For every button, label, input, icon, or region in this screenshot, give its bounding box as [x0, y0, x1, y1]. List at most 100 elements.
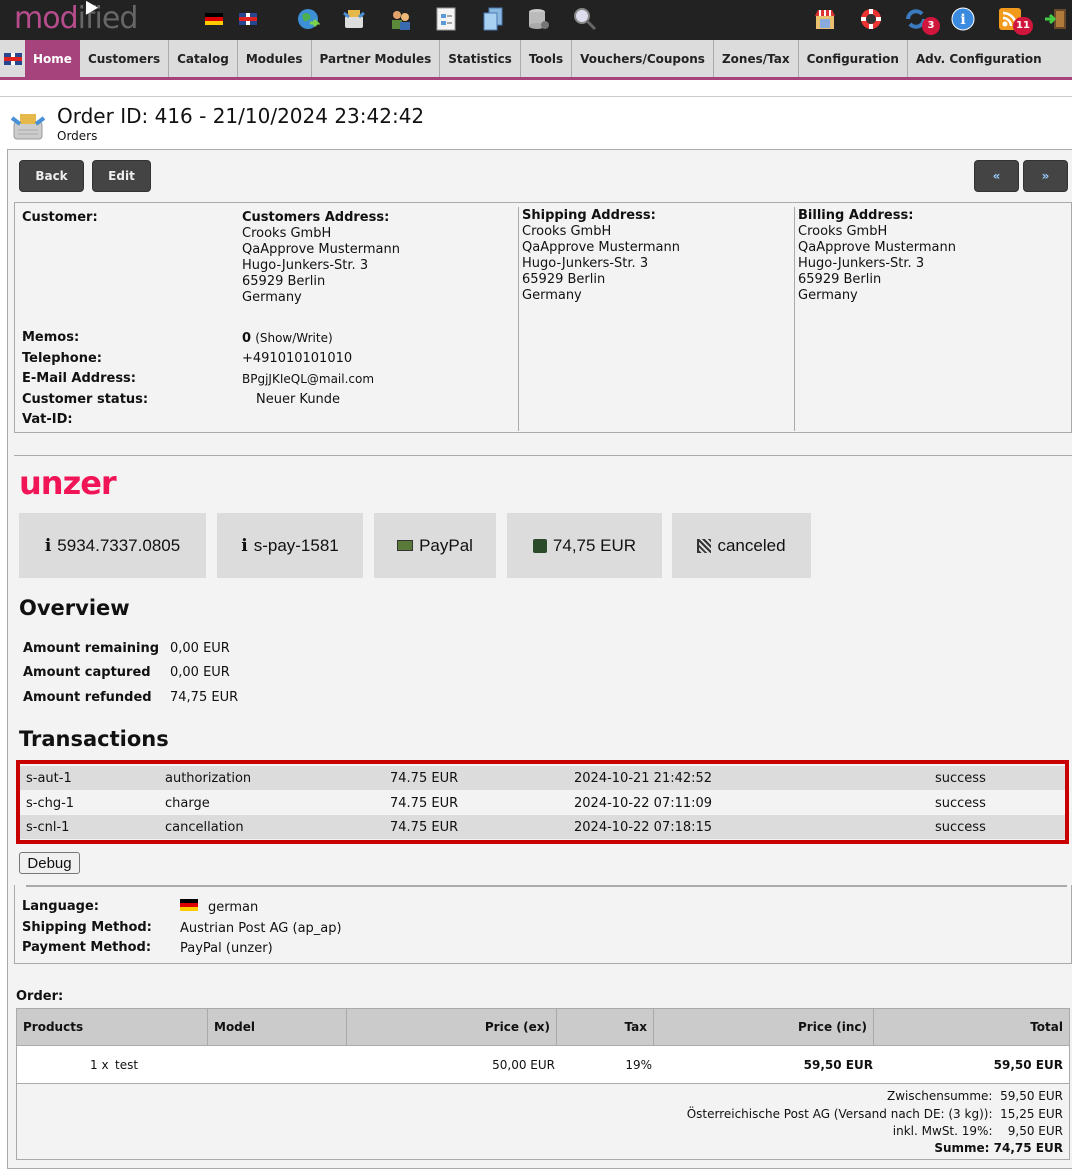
- billing-address-line: 65929 Berlin: [798, 272, 882, 287]
- modified-logo[interactable]: modified: [14, 2, 138, 36]
- total-value: 15,25 EUR: [1000, 1107, 1063, 1121]
- shipping-address-line: QaApprove Mustermann: [522, 240, 680, 255]
- column-price-inc: Price (inc): [654, 1009, 874, 1045]
- column-divider: [794, 207, 795, 431]
- payment-status: canceled: [717, 535, 786, 555]
- orders-icon[interactable]: [342, 7, 366, 31]
- overview-heading: Overview: [19, 596, 130, 620]
- nav-home[interactable]: Home: [25, 40, 80, 77]
- transaction-type: cancellation: [165, 820, 244, 835]
- transaction-id: s-aut-1: [26, 771, 72, 786]
- nav-vouchers-coupons[interactable]: Vouchers/Coupons: [572, 40, 714, 77]
- total-label: Zwischensumme:: [887, 1089, 993, 1103]
- overview-label: Amount refunded: [23, 690, 152, 705]
- main-nav: Home Customers Catalog Modules Partner M…: [0, 40, 1072, 80]
- billing-address-line: Germany: [798, 288, 858, 303]
- transaction-amount: 74.75 EUR: [390, 820, 459, 835]
- column-divider: [518, 207, 519, 431]
- transaction-type: authorization: [165, 771, 252, 786]
- order-products-table: Products Model Price (ex) Tax Price (inc…: [16, 1008, 1070, 1160]
- payment-method-label: Payment Method:: [22, 940, 152, 955]
- customer-status-value: Neuer Kunde: [256, 392, 341, 407]
- table-row: 1 x test 50,00 EUR 19% 59,50 EUR 59,50 E…: [17, 1046, 1069, 1084]
- email-label: E-Mail Address:: [22, 371, 136, 386]
- email-link[interactable]: BPgjJKIeQL@mail.com: [242, 371, 374, 387]
- update-badge: 3: [922, 17, 940, 35]
- transaction-amount: 74.75 EUR: [390, 771, 459, 786]
- transaction-date: 2024-10-22 07:18:15: [574, 820, 713, 835]
- transaction-amount: 74.75 EUR: [390, 796, 459, 811]
- payment-short-id-tile: i s-pay-1581: [217, 513, 363, 578]
- vat-line: inkl. MwSt. 19%: 9,50 EUR: [893, 1124, 1063, 1138]
- database-icon[interactable]: [527, 7, 551, 31]
- customer-info-box: Customer: Customers Address: Crooks GmbH…: [14, 202, 1072, 433]
- content-icon[interactable]: [434, 7, 458, 31]
- telephone-label: Telephone:: [22, 351, 102, 366]
- product-name: test: [115, 1058, 139, 1072]
- memos-show-write-link[interactable]: (Show/Write): [255, 331, 332, 345]
- prev-order-button[interactable]: «: [974, 160, 1019, 192]
- info-icon: i: [241, 535, 248, 556]
- language-flag-icon[interactable]: [0, 40, 25, 77]
- customers-address-label: Customers Address:: [242, 210, 390, 225]
- debug-button[interactable]: Debug: [19, 852, 80, 874]
- column-total: Total: [1030, 1020, 1063, 1034]
- globe-icon[interactable]: [296, 7, 320, 31]
- unzer-payment-section: unzer i 5934.7337.0805 i s-pay-1581 PayPal…: [14, 455, 1072, 964]
- product-qty: 1 x: [90, 1058, 109, 1072]
- payment-amount-tile: 74,75 EUR: [507, 513, 662, 578]
- nav-statistics[interactable]: Statistics: [440, 40, 521, 77]
- shop-icon[interactable]: [813, 7, 837, 31]
- customers-address-line: Crooks GmbH: [242, 226, 332, 241]
- language-value: german: [208, 900, 259, 915]
- total-value: 74,75 EUR: [993, 1141, 1063, 1155]
- subtotal-line: Zwischensumme: 59,50 EUR: [887, 1089, 1063, 1103]
- payment-short-id: s-pay-1581: [253, 535, 339, 555]
- nav-modules[interactable]: Modules: [238, 40, 312, 77]
- payment-amount: 74,75 EUR: [552, 535, 637, 555]
- payment-method-value: PayPal (unzer): [180, 941, 273, 956]
- nav-zones-tax[interactable]: Zones/Tax: [714, 40, 799, 77]
- documents-icon[interactable]: [481, 7, 505, 31]
- column-products: Products: [17, 1009, 208, 1045]
- help-icon[interactable]: [859, 7, 883, 31]
- top-toolbar: modified 3 i 11: [0, 0, 1072, 40]
- shipping-method-value: Austrian Post AG (ap_ap): [180, 921, 342, 936]
- back-button[interactable]: Back: [19, 160, 84, 192]
- nav-partner-modules[interactable]: Partner Modules: [312, 40, 441, 77]
- table-header: Products Model Price (ex) Tax Price (inc…: [17, 1009, 1069, 1046]
- nav-configuration[interactable]: Configuration: [799, 40, 908, 77]
- rss-badge: 11: [1013, 17, 1033, 35]
- overview-value: 0,00 EUR: [170, 641, 230, 656]
- shipping-address-label: Shipping Address:: [522, 208, 656, 223]
- logout-icon[interactable]: [1044, 7, 1068, 31]
- order-meta-box: Language: german Shipping Method: Austri…: [14, 885, 1072, 964]
- payment-id-tile: i 5934.7337.0805: [19, 513, 206, 578]
- customers-address-line: 65929 Berlin: [242, 274, 326, 289]
- column-tax: Tax: [557, 1009, 654, 1045]
- memos-label: Memos:: [22, 330, 80, 345]
- customers-address-line: Hugo-Junkers-Str. 3: [242, 258, 369, 273]
- payment-status-tile: canceled: [672, 513, 811, 578]
- customers-address-line: Germany: [242, 290, 302, 305]
- overview-label: Amount remaining: [23, 641, 160, 656]
- nav-catalog[interactable]: Catalog: [169, 40, 238, 77]
- search-icon[interactable]: [573, 7, 597, 31]
- product-price-ex: 50,00 EUR: [492, 1058, 555, 1072]
- page-subtitle: Orders: [57, 129, 98, 143]
- transaction-type: charge: [165, 796, 210, 811]
- flag-de-icon[interactable]: [202, 7, 226, 31]
- nav-tools[interactable]: Tools: [521, 40, 573, 77]
- customers-icon[interactable]: [389, 7, 413, 31]
- edit-button[interactable]: Edit: [92, 160, 151, 192]
- nav-adv-configuration[interactable]: Adv. Configuration: [908, 40, 1050, 77]
- flag-uk-icon[interactable]: [236, 7, 260, 31]
- transaction-status: success: [935, 796, 986, 811]
- language-label: Language:: [22, 899, 99, 914]
- transaction-status: success: [935, 771, 986, 786]
- info-icon[interactable]: i: [951, 7, 975, 31]
- total-label: inkl. MwSt. 19%:: [892, 1124, 993, 1138]
- next-order-button[interactable]: »: [1023, 160, 1068, 192]
- column-price-ex: Price (ex): [347, 1009, 557, 1045]
- nav-customers[interactable]: Customers: [80, 40, 170, 77]
